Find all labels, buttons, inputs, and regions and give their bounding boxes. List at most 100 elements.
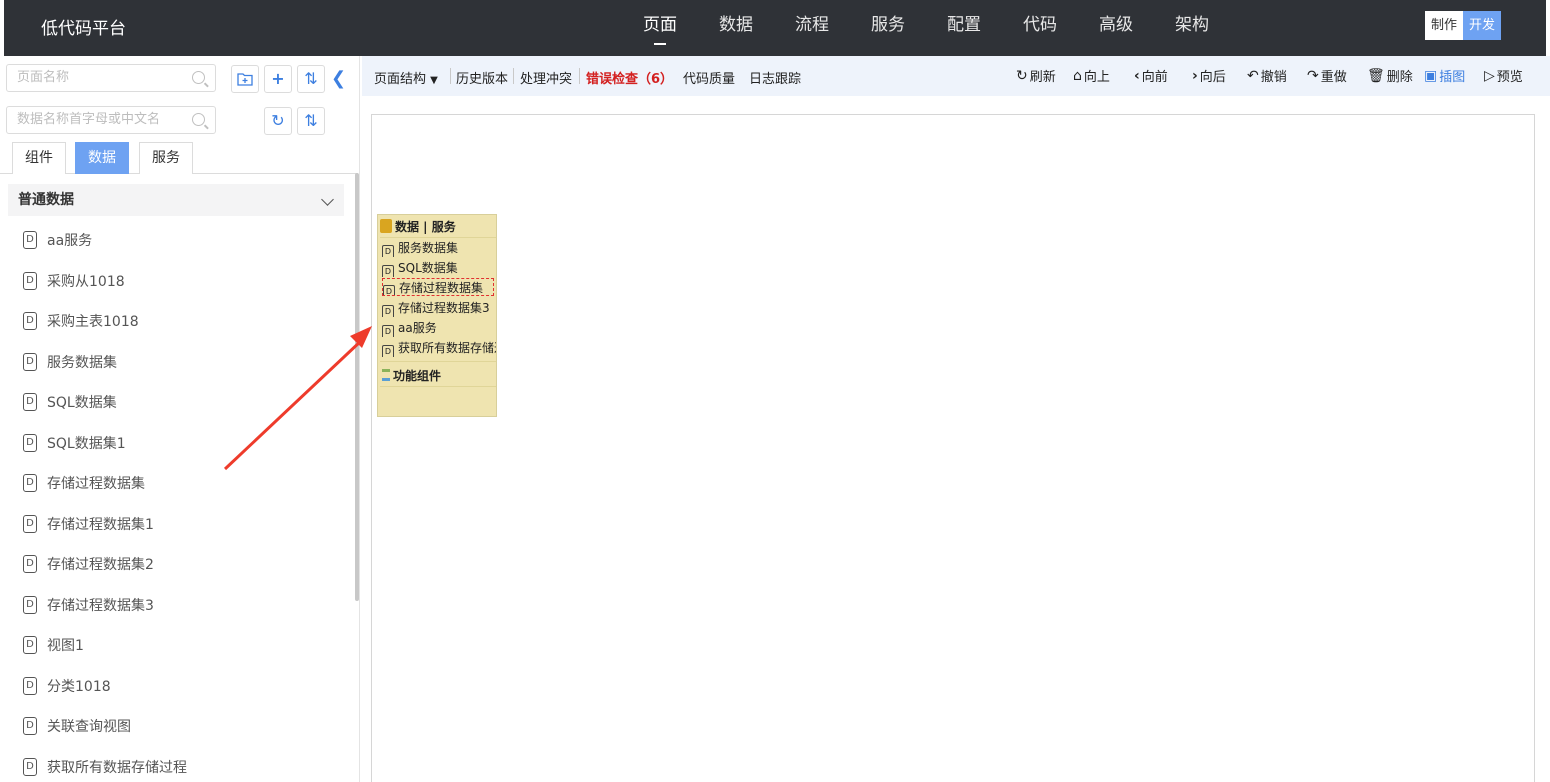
widget-row-label: 获取所有数据存储过程: [398, 341, 496, 355]
list-item[interactable]: D 关联查询视图: [0, 706, 352, 747]
list-item[interactable]: D 服务数据集: [0, 342, 352, 383]
document-icon: D: [382, 245, 394, 257]
list-item[interactable]: D 采购从1018: [0, 261, 352, 302]
list-item[interactable]: D 存储过程数据集1: [0, 504, 352, 545]
document-icon: D: [23, 555, 37, 573]
document-icon: D: [23, 676, 37, 695]
sort-page-button[interactable]: ⇅: [297, 65, 325, 93]
up-label: 向上: [1083, 70, 1110, 85]
home-icon: ⌂: [1073, 67, 1082, 84]
document-icon: D: [23, 231, 37, 249]
list-item[interactable]: D 分类1018: [0, 666, 352, 707]
document-icon: D: [23, 352, 37, 371]
up-button[interactable]: ⌂ 向上: [1073, 66, 1110, 86]
back-label: 向前: [1141, 70, 1168, 85]
list-item[interactable]: D 存储过程数据集3: [0, 585, 352, 626]
tab-components[interactable]: 组件: [12, 142, 66, 174]
page-search-input[interactable]: 页面名称: [6, 64, 216, 92]
database-icon: [380, 219, 392, 233]
app-title: 低代码平台: [41, 19, 126, 39]
nav-config[interactable]: 配置: [926, 0, 1002, 56]
tab-data[interactable]: 数据: [75, 142, 129, 174]
list-scrollbar[interactable]: [355, 173, 359, 601]
document-icon: D: [382, 325, 394, 337]
nav-page[interactable]: 页面: [622, 0, 698, 56]
refresh-data-button[interactable]: ↻: [264, 107, 292, 135]
resolve-conflict-link[interactable]: 处理冲突: [520, 68, 572, 87]
divider: [380, 361, 496, 362]
insert-image-label: 插图: [1439, 70, 1466, 85]
widget-row[interactable]: Daa服务: [382, 319, 496, 337]
divider: [579, 68, 580, 84]
error-check-link[interactable]: 错误检查（6）: [586, 68, 673, 87]
document-icon: D: [23, 636, 37, 654]
list-item[interactable]: D 存储过程数据集2: [0, 544, 352, 585]
design-canvas[interactable]: [371, 114, 1535, 782]
nav-service[interactable]: 服务: [850, 0, 926, 56]
add-folder-button[interactable]: [231, 65, 259, 93]
widget-row-label: SQL数据集: [398, 261, 458, 275]
data-search-input[interactable]: 数据名称首字母或中文名: [6, 106, 216, 134]
data-service-widget[interactable]: 数据 | 服务 D 服务数据集 D SQL数据集 D 存储过程数据集 D 存储过程数据集…: [377, 214, 497, 417]
widget-row[interactable]: D 存储过程数据集3: [382, 299, 496, 317]
code-quality-link[interactable]: 代码质量: [683, 68, 735, 87]
document-icon: D: [23, 312, 37, 330]
document-icon: D: [382, 265, 394, 277]
page-structure-label: 页面结构: [374, 72, 427, 87]
divider: [513, 68, 514, 84]
add-page-button[interactable]: +: [264, 65, 292, 93]
widget-row[interactable]: D 获取所有数据存储过程: [382, 339, 496, 357]
mode-dev-button[interactable]: 开发: [1463, 11, 1501, 40]
list-item[interactable]: D SQL数据集: [0, 382, 352, 423]
trash-icon: 🗑: [1367, 67, 1385, 84]
preview-button[interactable]: ▷ 预览: [1484, 66, 1523, 86]
document-icon: D: [23, 717, 37, 735]
widget-header-label: 数据 | 服务: [395, 220, 456, 234]
search-icon: [192, 71, 205, 84]
function-component-header[interactable]: 功能组件: [382, 367, 441, 385]
section-header[interactable]: 普通数据: [8, 184, 344, 216]
back-button[interactable]: ‹ 向前: [1134, 66, 1168, 86]
document-icon: D: [23, 271, 37, 290]
chevron-left-icon: ❮: [331, 68, 347, 89]
collapse-panel-button[interactable]: ❮: [331, 70, 349, 88]
widget-row-selected[interactable]: D 存储过程数据集: [382, 278, 494, 296]
redo-button[interactable]: ↷ 重做: [1307, 66, 1347, 86]
refresh-button[interactable]: ↻ 刷新: [1016, 66, 1056, 86]
list-item[interactable]: D SQL数据集1: [0, 423, 352, 464]
forward-button[interactable]: › 向后: [1192, 66, 1226, 86]
document-icon: D: [23, 757, 37, 776]
undo-button[interactable]: ↶ 撤销: [1247, 66, 1287, 86]
nav-code[interactable]: 代码: [1002, 0, 1078, 56]
history-version-link[interactable]: 历史版本: [456, 68, 508, 87]
list-item[interactable]: D 存储过程数据集: [0, 463, 352, 504]
document-icon: D: [382, 345, 394, 357]
document-icon: D: [23, 595, 37, 614]
nav-data[interactable]: 数据: [698, 0, 774, 56]
refresh-label: 刷新: [1029, 70, 1056, 85]
sort-icon: ⇅: [304, 111, 318, 130]
widget-row[interactable]: D SQL数据集: [382, 259, 496, 277]
component-stack-icon: [382, 369, 390, 381]
list-item[interactable]: D 获取所有数据存储过程: [0, 747, 352, 782]
log-trace-link[interactable]: 日志跟踪: [749, 68, 801, 87]
caret-down-icon: ▼: [430, 75, 438, 86]
insert-image-button[interactable]: ▣ 插图: [1424, 66, 1466, 86]
list-item[interactable]: D 视图1: [0, 625, 352, 666]
list-item[interactable]: D 采购主表1018: [0, 301, 352, 342]
sort-data-button[interactable]: ⇅: [297, 107, 325, 135]
list-item[interactable]: Daa服务: [0, 220, 352, 261]
delete-button[interactable]: 🗑 删除: [1367, 66, 1413, 86]
mode-make-button[interactable]: 制作: [1425, 11, 1463, 40]
sort-icon: ⇅: [304, 69, 318, 88]
tab-services[interactable]: 服务: [139, 142, 193, 174]
chevron-left-icon: ‹: [1134, 67, 1140, 84]
page-structure-menu[interactable]: 页面结构 ▼: [374, 68, 438, 87]
nav-flow[interactable]: 流程: [774, 0, 850, 56]
plus-icon: +: [271, 69, 285, 88]
panel-tabs: 组件 数据 服务: [0, 142, 358, 174]
nav-architecture[interactable]: 架构: [1154, 0, 1230, 56]
document-icon: D: [23, 393, 37, 411]
widget-row[interactable]: D 服务数据集: [382, 239, 496, 257]
nav-advanced[interactable]: 高级: [1078, 0, 1154, 56]
